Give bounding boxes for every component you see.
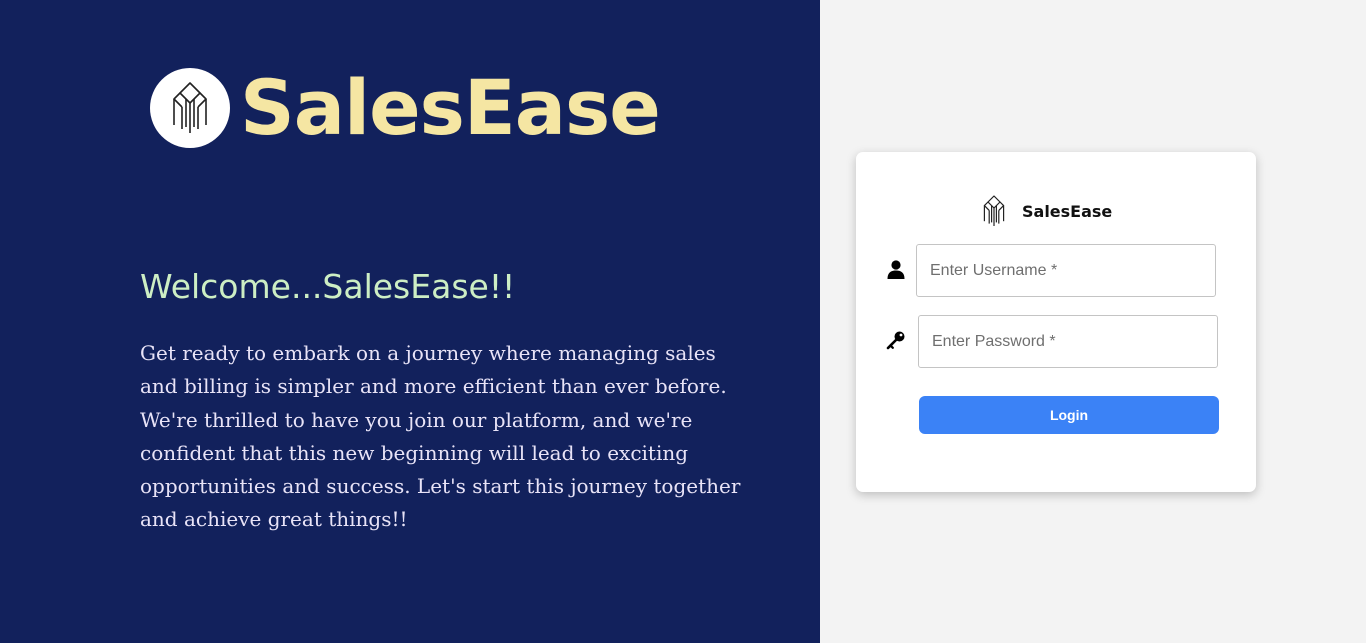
brand-logo (150, 68, 230, 148)
login-button[interactable]: Login (919, 396, 1219, 434)
card-brand-name: SalesEase (1022, 201, 1113, 221)
welcome-panel: SalesEase Welcome...SalesEase!! Get read… (0, 0, 820, 643)
welcome-text: Get ready to embark on a journey where m… (140, 341, 741, 532)
brand-name: SalesEase (240, 63, 661, 152)
login-page: SalesEase Welcome...SalesEase!! Get read… (0, 0, 1366, 643)
user-icon (885, 258, 907, 280)
username-input[interactable] (916, 244, 1216, 297)
brand-header: SalesEase (150, 63, 661, 152)
key-icon (885, 329, 907, 351)
card-brand: SalesEase (982, 194, 1112, 228)
password-input[interactable] (918, 315, 1218, 368)
welcome-title: Welcome...SalesEase!! (140, 267, 516, 306)
login-card: SalesEase Login (856, 152, 1256, 492)
building-icon (983, 195, 1005, 226)
building-icon (173, 82, 207, 133)
